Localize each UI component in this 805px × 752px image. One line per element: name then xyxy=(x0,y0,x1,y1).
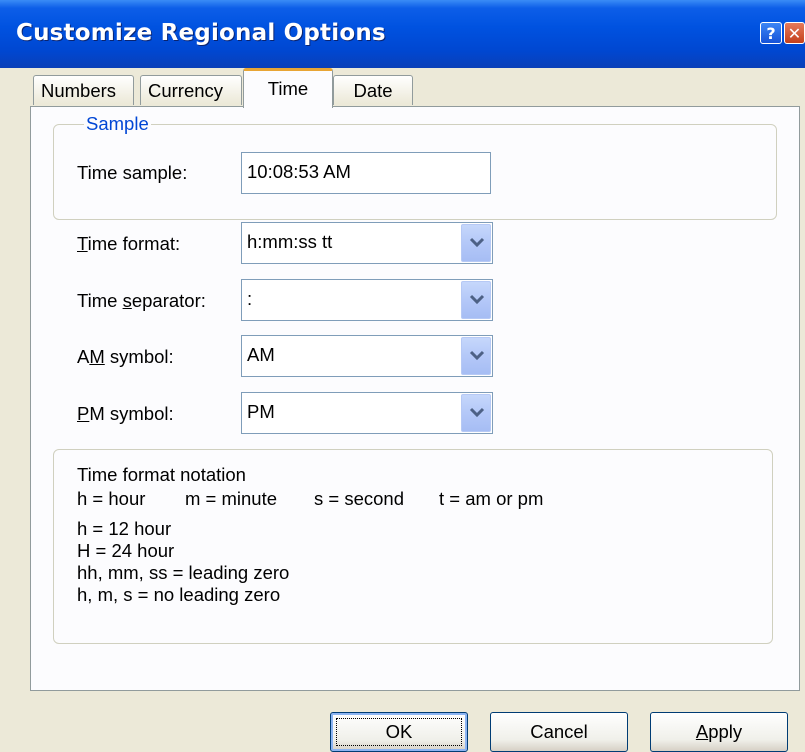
pm-symbol-label: PM symbol: xyxy=(77,403,174,424)
title-bar[interactable]: Customize Regional Options ? ✕ xyxy=(0,0,805,68)
time-separator-value: : xyxy=(247,288,253,309)
notation-line: H = 24 hour xyxy=(77,540,175,561)
apply-button[interactable]: Apply xyxy=(650,712,788,752)
time-format-combo[interactable]: h:mm:ss tt xyxy=(241,222,493,264)
time-sample-label: Time sample: xyxy=(77,162,188,183)
notation-minute: m = minute xyxy=(185,488,278,509)
window-title: Customize Regional Options xyxy=(16,20,386,46)
time-sample-value: 10:08:53 AM xyxy=(247,161,351,182)
time-sample-field: 10:08:53 AM xyxy=(241,152,491,194)
am-symbol-value: AM xyxy=(247,344,275,365)
tab-label: Time xyxy=(267,78,309,99)
cancel-label: Cancel xyxy=(530,721,588,742)
time-separator-combo[interactable]: : xyxy=(241,279,493,321)
notation-line: hh, mm, ss = leading zero xyxy=(77,562,290,583)
dropdown-button[interactable] xyxy=(461,224,491,262)
cancel-button[interactable]: Cancel xyxy=(490,712,628,752)
notation-hour: h = hour xyxy=(77,488,146,509)
tab-date[interactable]: Date xyxy=(333,75,413,105)
help-icon: ? xyxy=(766,24,776,43)
tab-panel: Sample Time sample: 10:08:53 AM Time for… xyxy=(30,106,800,691)
am-symbol-label: AM symbol: xyxy=(77,346,174,367)
chevron-down-icon xyxy=(469,294,485,305)
am-symbol-combo[interactable]: AM xyxy=(241,335,493,377)
tab-currency[interactable]: Currency xyxy=(140,75,242,105)
time-format-label: Time format: xyxy=(77,233,181,254)
apply-label: Apply xyxy=(695,721,743,742)
time-separator-label: Time separator: xyxy=(77,290,206,311)
close-icon: ✕ xyxy=(787,24,802,43)
notation-title: Time format notation xyxy=(77,464,246,485)
tab-time[interactable]: Time xyxy=(243,68,333,108)
chevron-down-icon xyxy=(469,350,485,361)
pm-symbol-combo[interactable]: PM xyxy=(241,392,493,434)
chevron-down-icon xyxy=(469,407,485,418)
ok-button[interactable]: OK xyxy=(330,712,468,752)
tab-label: Numbers xyxy=(41,80,117,101)
notation-ampm: t = am or pm xyxy=(439,488,544,509)
notation-second: s = second xyxy=(314,488,404,509)
tab-label: Date xyxy=(353,80,393,101)
notation-line: h, m, s = no leading zero xyxy=(77,584,281,605)
close-button[interactable]: ✕ xyxy=(784,22,805,44)
tab-label: Currency xyxy=(148,80,224,101)
time-format-value: h:mm:ss tt xyxy=(247,231,333,252)
tab-numbers[interactable]: Numbers xyxy=(33,75,134,105)
pm-symbol-value: PM xyxy=(247,401,275,422)
help-button[interactable]: ? xyxy=(760,22,782,44)
notation-line: h = 12 hour xyxy=(77,518,172,539)
chevron-down-icon xyxy=(469,237,485,248)
dropdown-button[interactable] xyxy=(461,281,491,319)
dropdown-button[interactable] xyxy=(461,394,491,432)
focus-rect xyxy=(336,718,462,746)
dropdown-button[interactable] xyxy=(461,337,491,375)
group-title: Sample xyxy=(84,113,151,135)
